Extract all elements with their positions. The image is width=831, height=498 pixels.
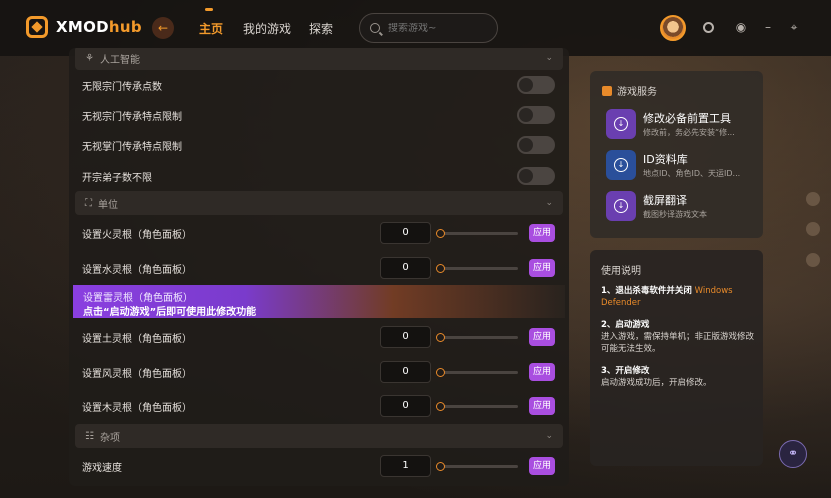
service-item-screen-translate[interactable]: ↓ 截屏翻译 截图秒译游戏文本 [606,191,756,223]
tab-my-games[interactable]: 我的游戏 [243,20,291,37]
unit-icon: ⛶ [85,197,92,209]
toggle-row: 无限宗门传承点数 [69,70,569,100]
chevron-down-icon: ⌄ [545,431,553,441]
value-input[interactable]: 0 [380,395,431,417]
slider-track[interactable] [438,465,518,468]
instruction-step: 3、开启修改 启动游戏成功后，开启修改。 [601,366,712,388]
chevron-down-icon: ⌄ [545,198,553,208]
maximize-icon[interactable]: ⌖ [787,20,801,34]
minimize-icon[interactable]: – [761,20,775,34]
slider-handle[interactable] [436,333,445,342]
value-input[interactable]: 0 [380,222,431,244]
slider-track[interactable] [438,267,518,270]
download-icon: ↓ [606,150,636,180]
logo[interactable]: XMODhub [26,16,142,38]
slider-track[interactable] [438,405,518,408]
logo-text: XMODhub [56,18,142,36]
apply-button[interactable]: 应用 [529,363,555,381]
value-row: 设置风灵根（角色面板） 0 应用 [69,357,569,387]
download-icon: ↓ [606,191,636,221]
download-icon: ↓ [606,109,636,139]
service-item-id-database[interactable]: ↓ ID资料库 地点ID、角色ID、天运ID... [606,150,756,182]
section-ai[interactable]: ⚘ 人工智能 ⌄ [75,48,563,70]
apply-button[interactable]: 应用 [529,224,555,242]
search-icon [370,23,380,33]
search-box[interactable] [359,13,498,43]
slider-track[interactable] [438,336,518,339]
service-item-tools[interactable]: ↓ 修改必备前置工具 修改前，务必先安装“修... [606,109,756,141]
locked-feature-overlay: 设置雷灵根（角色面板） 点击“启动游戏”后即可使用此修改功能 [73,285,565,318]
slider-track[interactable] [438,371,518,374]
headset-icon[interactable]: ⚭ [779,440,807,468]
value-row: 设置木灵根（角色面板） 0 应用 [69,391,569,421]
apply-button[interactable]: 应用 [529,397,555,415]
slider-handle[interactable] [436,229,445,238]
settings-icon[interactable]: ◉ [734,20,748,34]
toggle-row: 无视掌门传承特点限制 [69,130,569,160]
instruction-step: 2、启动游戏 进入游戏，需保持单机；非正版游戏修改可能无法生效。 [601,320,755,354]
tab-home[interactable]: 主页 [199,20,223,37]
toggle-switch[interactable] [517,167,555,185]
game-services-panel: 游戏服务 ↓ 修改必备前置工具 修改前，务必先安装“修... ↓ ID资料库 地… [590,71,763,238]
search-input[interactable] [388,22,488,34]
toggle-row: 开宗弟子数不限 [69,161,569,191]
avatar[interactable] [660,15,686,41]
side-decoration [806,253,820,267]
value-input[interactable]: 0 [380,326,431,348]
services-title: 游戏服务 [617,87,657,98]
toggle-switch[interactable] [517,106,555,124]
value-row: 设置水灵根（角色面板） 0 应用 [69,253,569,283]
apply-button[interactable]: 应用 [529,457,555,475]
slider-handle[interactable] [436,264,445,273]
instruction-step: 1、退出杀毒软件并关闭 Windows Defender [601,286,733,308]
slider-handle[interactable] [436,462,445,471]
slider-handle[interactable] [436,368,445,377]
section-misc[interactable]: ☷ 杂项 ⌄ [75,424,563,448]
value-row: 设置土灵根（角色面板） 0 应用 [69,322,569,352]
section-unit[interactable]: ⛶ 单位 ⌄ [75,191,563,215]
back-arrow-icon[interactable]: ← [152,17,174,39]
toggle-switch[interactable] [517,76,555,94]
cube-icon [602,85,612,96]
value-row: 设置火灵根（角色面板） 0 应用 [69,218,569,248]
misc-icon: ☷ [85,430,94,442]
side-decoration [806,192,820,206]
slider-handle[interactable] [436,402,445,411]
notification-icon[interactable] [703,22,714,33]
side-decoration [806,222,820,236]
ai-icon: ⚘ [85,52,94,64]
toggle-switch[interactable] [517,136,555,154]
slider-track[interactable] [438,232,518,235]
value-input[interactable]: 1 [380,455,431,477]
value-input[interactable]: 0 [380,257,431,279]
apply-button[interactable]: 应用 [529,328,555,346]
active-tab-indicator [205,8,213,11]
logo-icon [26,16,48,38]
value-row: 游戏速度 1 应用 [69,451,569,481]
apply-button[interactable]: 应用 [529,259,555,277]
instructions-title: 使用说明 [601,266,641,277]
cheat-panel: ⚘ 人工智能 ⌄ 无限宗门传承点数 无视宗门传承特点限制 无视掌门传承特点限制 … [69,48,569,486]
instructions-panel: 使用说明 1、退出杀毒软件并关闭 Windows Defender 2、启动游戏… [590,250,763,466]
chevron-down-icon: ⌄ [545,53,553,63]
toggle-row: 无视宗门传承特点限制 [69,100,569,130]
value-input[interactable]: 0 [380,361,431,383]
tab-explore[interactable]: 探索 [309,20,333,37]
